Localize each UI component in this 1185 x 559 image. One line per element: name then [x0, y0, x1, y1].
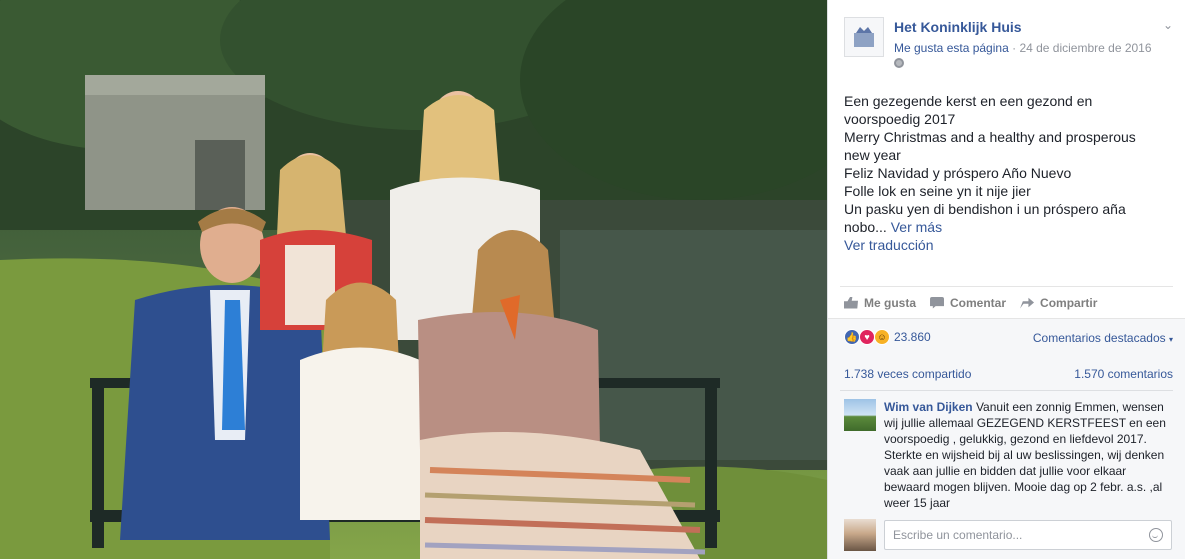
- comment-composer: Escribe un comentario...: [844, 519, 1172, 551]
- family-photo-illustration: [0, 0, 827, 559]
- comment-label: Comentar: [950, 295, 1007, 310]
- page-logo[interactable]: [844, 17, 884, 57]
- post-meta: Me gusta esta página · 24 de diciembre d…: [894, 41, 1152, 55]
- globe-icon: [894, 58, 904, 68]
- post-text: Een gezegende kerst en een gezond en voo…: [844, 92, 1164, 254]
- comment-button[interactable]: Comentar: [930, 296, 1006, 310]
- post-stats: 1.738 veces compartido 1.570 comentarios: [844, 367, 1173, 391]
- post-line: Een gezegende kerst en een gezond en: [844, 93, 1093, 109]
- post-line: Un pasku yen di bendishon i un próspero …: [844, 201, 1126, 217]
- see-translation-link[interactable]: Ver traducción: [844, 236, 1164, 254]
- chevron-down-icon[interactable]: ⌄: [1163, 18, 1173, 32]
- caret-down-icon: ▾: [1168, 335, 1173, 344]
- comment-input-placeholder: Escribe un comentario...: [893, 528, 1023, 542]
- post-photo[interactable]: [0, 0, 827, 559]
- haha-reaction-icon: ☺: [874, 329, 890, 345]
- share-button[interactable]: Compartir: [1020, 296, 1097, 310]
- share-count-link[interactable]: 1.738 veces compartido: [844, 367, 971, 381]
- post-line: Folle lok en seine yn it nije jier: [844, 183, 1031, 199]
- page-name-link[interactable]: Het Koninklijk Huis: [894, 19, 1022, 35]
- post-line: Feliz Navidad y próspero Año Nuevo: [844, 165, 1072, 181]
- post-line: Merry Christmas and a healthy and prospe…: [844, 129, 1136, 145]
- comment-text: Vanuit een zonnig Emmen, wensen wij jull…: [884, 400, 1166, 510]
- commenter-avatar[interactable]: [844, 399, 876, 431]
- comment-icon: [930, 296, 945, 309]
- see-more-link[interactable]: Ver más: [891, 219, 942, 235]
- divider: [840, 390, 1173, 391]
- comment-count-link[interactable]: 1.570 comentarios: [1074, 367, 1173, 381]
- love-reaction-icon: ♥: [859, 329, 875, 345]
- post-header: Het Koninklijk Huis ⌄ Me gusta esta pági…: [844, 16, 1173, 72]
- reactions-summary[interactable]: 👍 ♥ ☺ 23.860: [844, 329, 931, 345]
- emoji-icon[interactable]: [1149, 528, 1163, 542]
- share-label: Compartir: [1040, 295, 1098, 310]
- like-page-link[interactable]: Me gusta esta página: [894, 41, 1009, 55]
- comment-sort-dropdown[interactable]: Comentarios destacados ▾: [1033, 331, 1173, 345]
- thumbs-up-icon: [844, 296, 858, 309]
- post-line: nobo...: [844, 219, 887, 235]
- user-avatar[interactable]: [844, 519, 876, 551]
- comment-input[interactable]: Escribe un comentario...: [884, 520, 1172, 550]
- post-side-panel: Het Koninklijk Huis ⌄ Me gusta esta pági…: [827, 0, 1185, 559]
- like-label: Me gusta: [864, 295, 917, 310]
- like-reaction-icon: 👍: [844, 329, 860, 345]
- share-icon: [1020, 297, 1035, 309]
- royal-crest-icon: [854, 27, 874, 47]
- comments-section: 👍 ♥ ☺ 23.860 Comentarios destacados ▾ 1.…: [828, 318, 1185, 559]
- comment-author-link[interactable]: Wim van Dijken: [884, 400, 973, 414]
- post-line-last: nobo... Ver más: [844, 218, 1164, 236]
- post-actions: Me gusta Comentar Compartir: [840, 286, 1173, 318]
- comment-body: Wim van Dijken Vanuit een zonnig Emmen, …: [884, 399, 1174, 511]
- post-line: new year: [844, 147, 901, 163]
- comment-sort-label: Comentarios destacados: [1032, 331, 1166, 345]
- post-line: voorspoedig 2017: [844, 111, 956, 127]
- reaction-count[interactable]: 23.860: [894, 330, 931, 344]
- post-date[interactable]: 24 de diciembre de 2016: [1019, 41, 1151, 55]
- like-button[interactable]: Me gusta: [844, 296, 916, 310]
